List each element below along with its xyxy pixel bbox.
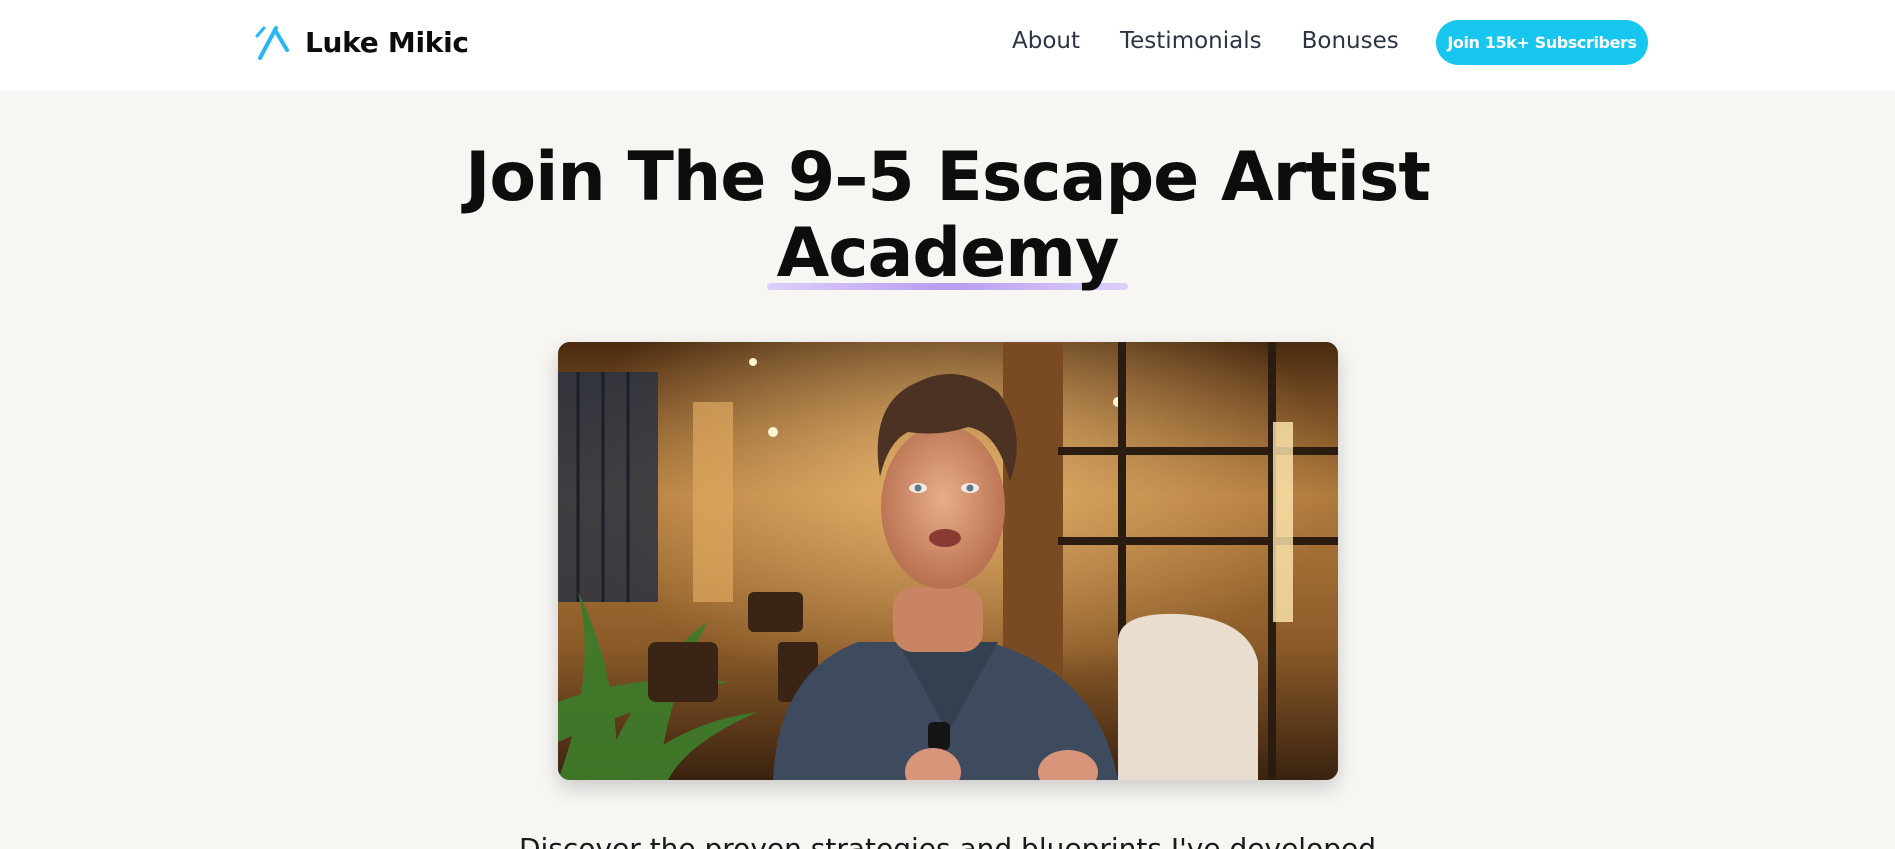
nav-link-bonuses[interactable]: Bonuses <box>1302 28 1399 54</box>
hero-title-highlight-text: Academy <box>776 214 1120 293</box>
main-nav: About Testimonials Bonuses <box>1012 28 1399 54</box>
nav-link-testimonials[interactable]: Testimonials <box>1120 28 1262 54</box>
video-thumbnail-presenter-icon <box>558 342 1338 780</box>
brand-home-link[interactable]: Luke Mikic <box>254 24 469 60</box>
hero-title-line1: Join The 9–5 Escape Artist <box>465 138 1431 217</box>
nav-link-about[interactable]: About <box>1012 28 1080 54</box>
hero-title-line2: Academy <box>0 216 1895 292</box>
hero-title-highlight: Academy <box>766 214 1129 293</box>
join-subscribers-button[interactable]: Join 15k+ Subscribers <box>1436 20 1648 65</box>
site-header: Luke Mikic About Testimonials Bonuses Jo… <box>0 0 1895 91</box>
crossed-tools-icon <box>255 26 289 60</box>
intro-text: Discover the proven strategies and bluep… <box>519 832 1376 849</box>
brand-name: Luke Mikic <box>305 25 469 59</box>
hero-video[interactable] <box>558 342 1338 780</box>
hero-title: Join The 9–5 Escape Artist Academy <box>0 140 1895 292</box>
